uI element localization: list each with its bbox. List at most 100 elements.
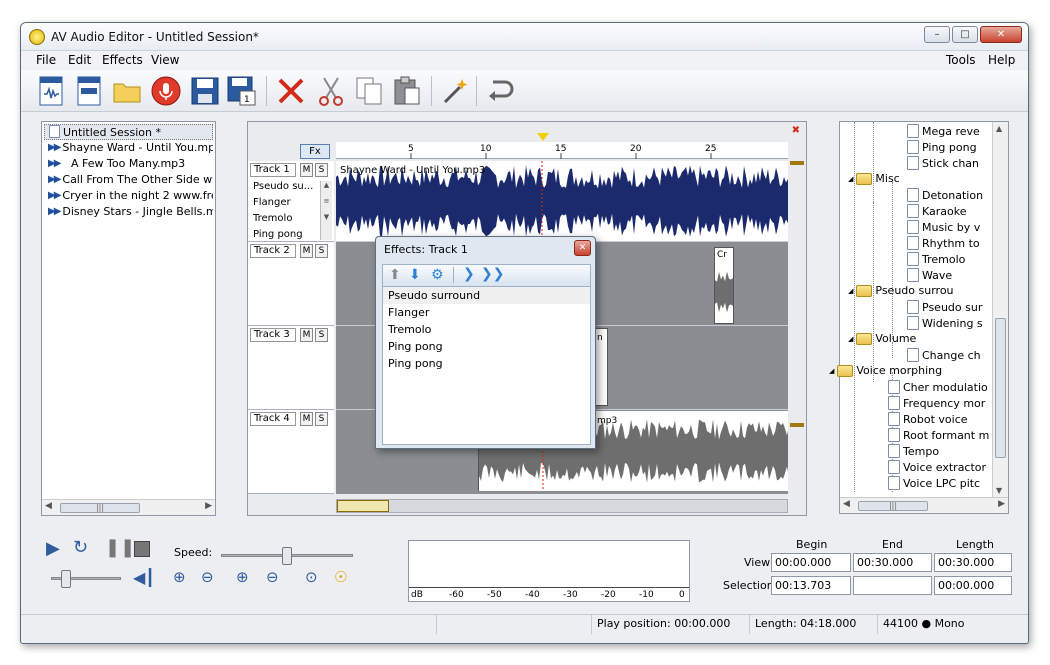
view-begin-field[interactable]: 00:00.000 [771, 553, 851, 572]
volume-slider[interactable] [51, 570, 121, 588]
track-effect-item[interactable]: Tremolo [253, 213, 292, 224]
effect-item[interactable]: Ping pong [383, 338, 590, 355]
undo-icon[interactable] [484, 75, 516, 107]
speaker-icon[interactable]: ◀┃ [133, 568, 155, 587]
tree-node[interactable]: Voice extractor [888, 460, 986, 474]
solo-button[interactable]: S [315, 328, 328, 342]
selection-length-field[interactable]: 00:00.000 [934, 576, 1012, 595]
zoom-fit-icon[interactable]: ☉ [334, 568, 347, 586]
timeline-scroll-thumb[interactable] [337, 500, 389, 512]
mute-button[interactable]: M [300, 244, 313, 258]
menu-tools[interactable]: Tools [946, 53, 976, 67]
paste-icon[interactable] [391, 75, 423, 107]
list-item[interactable]: ▶▶Disney Stars - Jingle Bells.mp3 [44, 204, 213, 220]
copy-icon[interactable] [353, 75, 385, 107]
tree-node[interactable]: Tempo [888, 444, 939, 458]
delete-icon[interactable] [275, 75, 307, 107]
effect-item[interactable]: Pseudo surround [383, 287, 590, 304]
tree-node[interactable]: Robot voice [888, 412, 968, 426]
expand-icon[interactable]: ◢ [848, 335, 853, 343]
tree-node[interactable]: Pseudo sur [907, 300, 982, 314]
timeline-ruler[interactable]: 5 10 15 20 25 [336, 142, 788, 159]
list-item[interactable]: ▶▶ A Few Too Many.mp3 [44, 156, 213, 172]
solo-button[interactable]: S [315, 412, 328, 426]
list-item[interactable]: ▶▶Call From The Other Side www. [44, 172, 213, 188]
selection-begin-field[interactable]: 00:13.703 [771, 576, 851, 595]
track-name-field[interactable]: Track 2 [250, 244, 296, 258]
minimize-button[interactable]: – [924, 26, 950, 43]
expand-icon[interactable]: ◢ [829, 367, 834, 375]
close-editor-icon[interactable]: ✖ [792, 125, 800, 136]
settings-gear-icon[interactable]: ⚙ [431, 267, 444, 283]
menu-view[interactable]: View [151, 53, 179, 67]
tree-node[interactable]: Widening s [907, 316, 983, 330]
mute-button[interactable]: M [300, 412, 313, 426]
move-up-icon[interactable]: ⬆ [389, 267, 401, 283]
solo-button[interactable]: S [315, 244, 328, 258]
tree-node[interactable]: ◢ Voice morphing [829, 364, 942, 377]
tree-node[interactable]: ◢ Volume [848, 332, 916, 345]
zoom-out-vertical-icon[interactable]: ⊖ [266, 568, 279, 586]
tree-node[interactable]: Cher modulatio [888, 380, 988, 394]
tree-node[interactable]: Change ch [907, 348, 981, 362]
tree-scrollbar[interactable]: ▲ ▼ [992, 122, 1008, 497]
tree-node[interactable]: Mega reve [907, 124, 980, 138]
stop-icon[interactable] [134, 541, 150, 557]
track-effect-item[interactable]: Ping pong [253, 229, 303, 240]
save-as-icon[interactable]: 1 [226, 75, 258, 107]
view-length-field[interactable]: 00:30.000 [934, 553, 1012, 572]
save-icon[interactable] [189, 75, 221, 107]
open-session-icon[interactable] [73, 75, 105, 107]
selection-end-field[interactable] [853, 576, 932, 595]
effect-item[interactable]: Tremolo [383, 321, 590, 338]
tree-node[interactable]: ◢ Misc [848, 172, 900, 185]
new-session-icon[interactable] [35, 75, 67, 107]
magic-wand-icon[interactable] [439, 75, 471, 107]
menu-help[interactable]: Help [988, 53, 1015, 67]
menu-edit[interactable]: Edit [68, 53, 91, 67]
zoom-in-vertical-icon[interactable]: ⊕ [236, 568, 249, 586]
mute-button[interactable]: M [300, 163, 313, 177]
solo-button[interactable]: S [315, 163, 328, 177]
list-item[interactable]: ▶▶ Shayne Ward - Until You.mp3 [44, 140, 213, 156]
tree-node[interactable]: Stick chan [907, 156, 979, 170]
loop-icon[interactable]: ↻ [73, 537, 88, 558]
audio-clip[interactable]: Cr [714, 247, 734, 324]
view-end-field[interactable]: 00:30.000 [853, 553, 932, 572]
effect-item[interactable]: Flanger [383, 304, 590, 321]
tree-node[interactable]: Tremolo [907, 252, 965, 266]
track-name-field[interactable]: Track 4 [250, 412, 296, 426]
tree-node[interactable]: Wave [907, 268, 952, 282]
fx-button[interactable]: Fx [300, 144, 330, 159]
tree-node[interactable]: ◢ Pseudo surrou [848, 284, 954, 297]
record-icon[interactable] [150, 75, 182, 107]
expand-icon[interactable]: ◢ [848, 175, 853, 183]
tree-node[interactable]: Detonation [907, 188, 983, 202]
zoom-in-icon[interactable]: ⊕ [173, 568, 186, 586]
effects-scrollbar[interactable]: ▲ ≡ ▼ [320, 181, 332, 240]
menu-file[interactable]: File [36, 53, 56, 67]
cut-icon[interactable] [315, 75, 347, 107]
mute-button[interactable]: M [300, 328, 313, 342]
speed-slider[interactable] [221, 547, 353, 565]
menu-effects[interactable]: Effects [102, 53, 143, 67]
play-icon[interactable]: ▶ [46, 538, 60, 559]
timeline-scrollbar[interactable] [336, 499, 788, 513]
maximize-button[interactable]: □ [952, 26, 978, 43]
track-name-field[interactable]: Track 1 [250, 163, 296, 177]
track-name-field[interactable]: Track 3 [250, 328, 296, 342]
dialog-close-button[interactable]: ✕ [574, 240, 591, 256]
tree-node[interactable]: Rhythm to [907, 236, 980, 250]
playhead-marker[interactable] [537, 133, 549, 141]
move-down-icon[interactable]: ⬇ [409, 267, 421, 283]
expand-icon[interactable]: ◢ [848, 287, 853, 295]
tree-node[interactable]: Voice LPC pitc [888, 476, 980, 490]
tree-node[interactable]: Music by v [907, 220, 980, 234]
open-folder-icon[interactable] [111, 75, 143, 107]
tree-node[interactable]: Frequency mor [888, 396, 985, 410]
effect-item[interactable]: Ping pong [383, 355, 590, 372]
list-item[interactable]: Untitled Session * [44, 124, 213, 140]
zoom-out-icon[interactable]: ⊖ [201, 568, 214, 586]
tree-hscrollbar[interactable]: ◀ ||| ▶ [840, 497, 1008, 513]
tree-node[interactable]: Root formant m [888, 428, 989, 442]
